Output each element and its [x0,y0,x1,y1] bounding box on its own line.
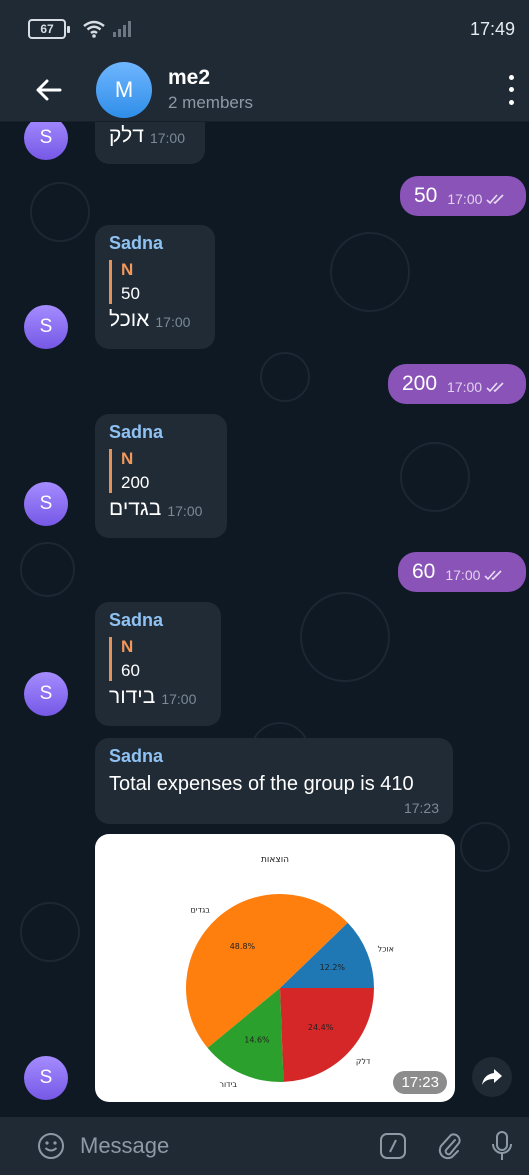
message-text: אוכל [109,308,150,331]
sender-name: Sadna [109,746,164,766]
wallpaper-doodle [460,822,510,872]
attach-icon[interactable] [437,1131,463,1161]
group-avatar[interactable]: M [96,61,152,118]
sender-name: Sadna [109,610,164,630]
reply-author: N [121,449,134,468]
incoming-reply-message[interactable]: Sadna N 60 בידור 17:00 [95,602,221,726]
sender-name: Sadna [109,233,164,253]
wallpaper-doodle [330,232,410,312]
message-text: Total expenses of the group is 410 [109,773,414,795]
reply-quote[interactable]: N 50 [109,260,201,304]
wallpaper-doodle [300,592,390,682]
message-composer [0,1117,529,1175]
wallpaper-doodle [260,352,310,402]
sender-avatar[interactable]: S [24,672,68,716]
wallpaper-doodle [20,542,75,597]
wifi-icon [83,20,105,38]
double-check-icon [486,382,504,393]
pie-percent-label: 48.8% [230,942,256,951]
message-text: 60 [412,560,436,583]
battery-icon: 67 [28,19,70,39]
message-text: דלק [109,124,144,147]
message-time: 17:00 [447,191,483,207]
message-time: 17:00 [445,567,481,583]
incoming-message[interactable]: דלק 17:00 [95,122,205,164]
message-text: 50 [414,184,438,207]
status-bar: 67 17:49 [0,0,529,58]
back-arrow-icon[interactable] [32,73,66,107]
reply-quote[interactable]: N 60 [109,637,207,681]
forward-button[interactable] [472,1057,512,1097]
pie-chart: הוצאות 12.2% אוכל 48.8% בגדים 14.6% בידור 24.4… [186,855,394,1089]
clock: 17:49 [469,18,515,39]
wallpaper-doodle [30,182,90,242]
sender-avatar[interactable]: S [24,1056,68,1100]
chat-area[interactable]: S דלק 17:00 50 17:00 Sadna N 50 אוכל 17:… [0,122,529,1117]
reply-text: 50 [121,284,140,303]
outgoing-message[interactable]: 200 17:00 [388,364,526,404]
outgoing-message[interactable]: 50 17:00 [400,176,526,216]
message-time: 17:23 [393,1071,447,1094]
message-text: בגדים [109,497,162,520]
incoming-reply-message[interactable]: Sadna N 50 אוכל 17:00 [95,225,215,349]
message-text: 200 [402,372,438,395]
chat-title-block[interactable]: me2 2 members [168,66,253,113]
message-text: בידור [109,685,156,708]
forward-icon [482,1069,502,1085]
incoming-message[interactable]: Sadna Total expenses of the group is 410… [95,738,453,824]
pie-category-label: בגדים [190,905,210,914]
pie-category-label: אוכל [378,945,394,954]
message-time: 17:00 [149,130,185,146]
wallpaper-doodle [400,442,470,512]
pie-percent-label: 14.6% [244,1035,270,1044]
reply-text: 200 [121,473,150,492]
sender-avatar[interactable]: S [24,122,68,160]
chart-title: הוצאות [261,855,289,865]
more-menu-icon[interactable] [507,74,515,105]
message-time: 17:23 [403,800,439,816]
message-time: 17:00 [161,691,197,707]
sender-name: Sadna [109,422,164,442]
chat-title: me2 [168,66,211,89]
message-input[interactable] [80,1133,340,1159]
incoming-reply-message[interactable]: Sadna N 200 בגדים 17:00 [95,414,227,538]
message-time: 17:00 [155,314,191,330]
signal-icon [113,21,131,37]
double-check-icon [486,194,504,205]
outgoing-message[interactable]: 60 17:00 [398,552,526,592]
reply-quote[interactable]: N 200 [109,449,213,493]
message-time: 17:00 [167,503,203,519]
reply-author: N [121,637,134,656]
chat-subtitle: 2 members [168,93,254,112]
pie-slice [280,988,374,1082]
pie-category-label: בידור [219,1080,237,1089]
emoji-icon[interactable] [36,1131,66,1161]
pie-category-label: דלק [356,1057,371,1066]
message-time: 17:00 [447,379,483,395]
pie-percent-label: 24.4% [308,1023,334,1032]
bot-commands-icon[interactable] [379,1132,407,1160]
chat-header: M me2 2 members [0,58,529,122]
microphone-icon[interactable] [491,1130,513,1162]
sender-avatar[interactable]: S [24,305,68,349]
sender-avatar[interactable]: S [24,482,68,526]
double-check-icon [484,570,502,581]
image-message[interactable]: הוצאות 12.2% אוכל 48.8% בגדים 14.6% בידור 24.4… [95,834,455,1102]
reply-text: 60 [121,661,140,680]
reply-author: N [121,260,134,279]
wallpaper-doodle [20,902,80,962]
pie-percent-label: 12.2% [320,963,346,972]
